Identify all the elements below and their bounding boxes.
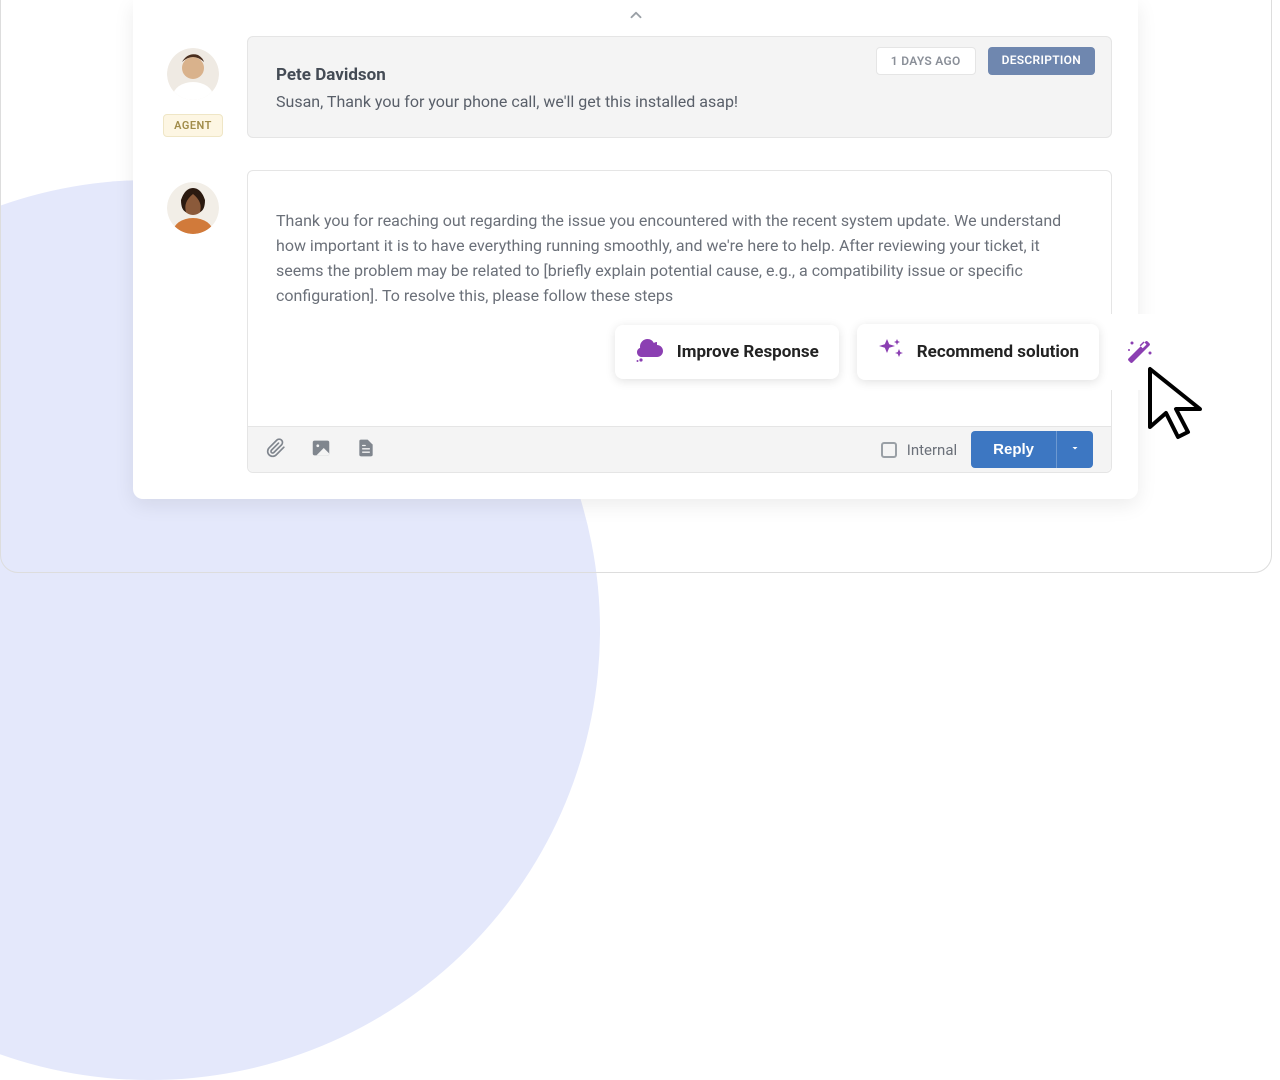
- agent-badge: AGENT: [163, 114, 223, 137]
- reply-button[interactable]: Reply: [971, 431, 1056, 468]
- sparkles-icon: [877, 337, 905, 367]
- message-row: AGENT 1 DAYS AGO DESCRIPTION Pete Davids…: [133, 36, 1138, 138]
- timestamp-pill: 1 DAYS AGO: [876, 47, 976, 75]
- internal-toggle[interactable]: Internal: [881, 441, 957, 459]
- collapse-chevron-icon[interactable]: [627, 6, 645, 28]
- internal-label: Internal: [907, 441, 957, 459]
- message-text: Susan, Thank you for your phone call, we…: [276, 91, 1083, 113]
- internal-checkbox[interactable]: [881, 442, 897, 458]
- magic-wand-button[interactable]: [1117, 332, 1161, 372]
- chevron-down-icon: [1069, 442, 1081, 454]
- agent-avatar: [167, 48, 219, 100]
- document-icon[interactable]: [356, 438, 376, 462]
- ticket-panel: AGENT 1 DAYS AGO DESCRIPTION Pete Davids…: [133, 0, 1138, 499]
- editor-author-column: [159, 170, 227, 473]
- editor-tools-left: [266, 437, 376, 463]
- editor-toolbar: Internal Reply: [248, 426, 1111, 472]
- thought-cloud-icon: [635, 338, 665, 366]
- recommend-solution-button[interactable]: Recommend solution: [857, 324, 1099, 380]
- reply-editor: Thank you for reaching out regarding the…: [247, 170, 1112, 473]
- improve-response-button[interactable]: Improve Response: [615, 325, 839, 379]
- reply-dropdown-button[interactable]: [1056, 431, 1093, 468]
- image-icon[interactable]: [310, 437, 332, 463]
- description-pill: DESCRIPTION: [988, 47, 1095, 75]
- reply-button-group: Reply: [971, 431, 1093, 468]
- message-box: 1 DAYS AGO DESCRIPTION Pete Davidson Sus…: [247, 36, 1112, 138]
- author-column: AGENT: [159, 36, 227, 138]
- recommend-solution-label: Recommend solution: [917, 342, 1079, 362]
- attachment-icon[interactable]: [266, 438, 286, 462]
- improve-response-label: Improve Response: [677, 342, 819, 362]
- message-pills: 1 DAYS AGO DESCRIPTION: [876, 47, 1095, 75]
- current-user-avatar: [167, 182, 219, 234]
- ai-suggestion-toolbar: Improve Response Recommend solution: [601, 314, 1171, 390]
- magic-wand-icon: [1125, 338, 1153, 366]
- editor-row: Thank you for reaching out regarding the…: [133, 170, 1138, 473]
